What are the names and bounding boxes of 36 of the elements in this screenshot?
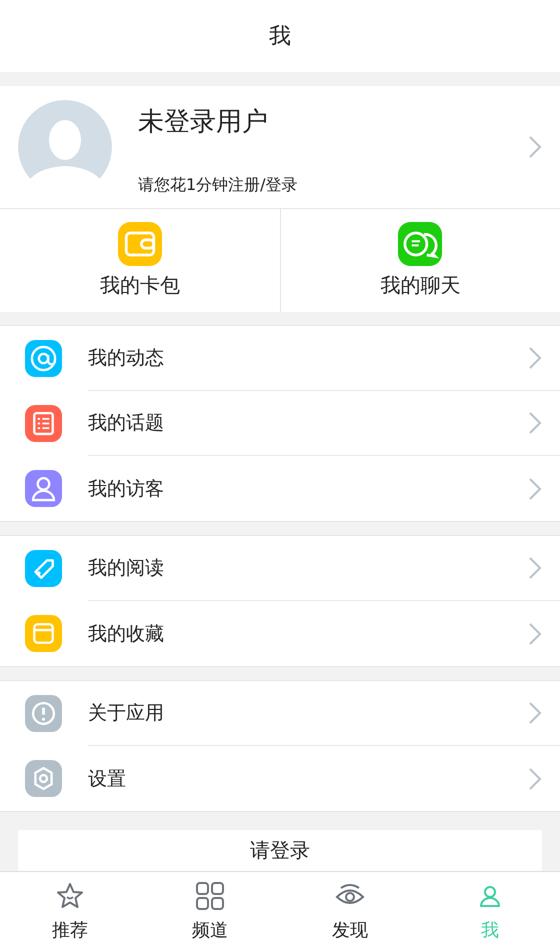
avatar-icon <box>18 100 112 194</box>
menu-item[interactable]: 我的话题 <box>0 391 560 456</box>
shortcut-item[interactable]: 我的卡包 <box>0 209 280 312</box>
grid-icon <box>194 880 226 912</box>
tab-item[interactable]: 发现 <box>280 872 420 950</box>
tab-item[interactable]: 频道 <box>140 872 280 950</box>
tab-item[interactable]: 推荐 <box>0 872 140 950</box>
menu-label: 我的收藏 <box>88 622 164 646</box>
shortcut-label: 我的聊天 <box>380 272 460 299</box>
menu-label: 设置 <box>88 766 126 792</box>
menu-label: 关于应用 <box>88 701 164 726</box>
chevron-icon <box>528 622 542 646</box>
chevron-icon <box>528 411 542 435</box>
login-hint: 请您花1分钟注册/登录 <box>138 175 299 196</box>
chevron-icon <box>528 346 542 370</box>
menu-item[interactable]: 我的收藏 <box>0 601 560 666</box>
chevron-icon <box>528 556 542 580</box>
menu-label: 我的话题 <box>88 411 164 436</box>
shortcut-label: 我的卡包 <box>100 272 180 299</box>
menu-label: 我的动态 <box>88 346 164 371</box>
chevron-icon <box>528 135 542 159</box>
profile-card[interactable]: 未登录用户 请您花1分钟注册/登录 <box>0 86 560 209</box>
menu-label: 我的阅读 <box>88 556 164 581</box>
menu-item[interactable]: 设置 <box>0 746 560 811</box>
user-name: 未登录用户 <box>138 106 269 139</box>
page-title: 我 <box>269 23 291 51</box>
shortcut-item[interactable]: 我的聊天 <box>280 209 560 312</box>
menu-label: 我的访客 <box>88 476 164 502</box>
menu-item[interactable]: 我的动态 <box>0 326 560 391</box>
chevron-icon <box>528 476 542 500</box>
menu-item[interactable]: 关于应用 <box>0 681 560 746</box>
menu-item[interactable]: 我的访客 <box>0 456 560 521</box>
chevron-icon <box>528 766 542 790</box>
login-button[interactable]: 请登录 <box>18 830 542 871</box>
chevron-icon <box>528 701 542 725</box>
menu-item[interactable]: 我的阅读 <box>0 536 560 601</box>
